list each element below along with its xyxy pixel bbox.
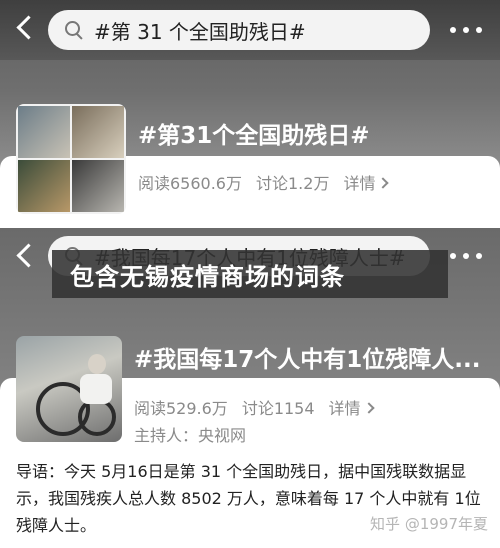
topic-title-1: #第31个全国助残日# xyxy=(138,123,370,149)
person-head xyxy=(88,354,106,374)
thumbnail-photo xyxy=(18,106,70,158)
topic-panel-1: #第 31 个全国助残日# #第31个全国助残日# 阅读6560.6万 讨论1.… xyxy=(0,0,500,228)
discussion-count: 讨论1154 xyxy=(241,399,315,418)
overlay-title: 包含无锡疫情商场的词条 xyxy=(70,262,345,291)
search-query: #第 31 个全国助残日# xyxy=(94,19,306,44)
topic-stats-1: 阅读6560.6万 讨论1.2万 详情 xyxy=(138,170,387,194)
search-input[interactable]: #第 31 个全国助残日# xyxy=(48,10,430,50)
thumbnail-photo xyxy=(72,160,124,212)
thumbnail-photo xyxy=(72,106,124,158)
topic-stats-2: 阅读529.6万 讨论1154 详情 xyxy=(134,395,373,419)
discussion-count: 讨论1.2万 xyxy=(256,174,330,193)
more-options-icon[interactable] xyxy=(450,25,482,35)
topic-thumbnail-1 xyxy=(16,104,126,214)
host-label: 主持人：央视网 xyxy=(134,426,247,445)
person-body xyxy=(80,374,112,404)
reads-count: 阅读6560.6万 xyxy=(138,174,242,193)
reads-count: 阅读529.6万 xyxy=(134,399,228,418)
search-icon xyxy=(64,20,84,40)
topic-thumbnail-2 xyxy=(16,336,122,442)
back-arrow-icon[interactable] xyxy=(12,242,40,270)
watermark: 知乎 @1997年夏 xyxy=(370,515,488,533)
back-arrow-icon[interactable] xyxy=(12,14,40,42)
details-link[interactable]: 详情 xyxy=(329,395,373,419)
more-options-icon[interactable] xyxy=(450,251,482,261)
details-link[interactable]: 详情 xyxy=(343,170,387,194)
topic-title-2: #我国每17个人中有1位残障人... xyxy=(134,347,481,373)
thumbnail-photo xyxy=(18,160,70,212)
overlay-banner: 包含无锡疫情商场的词条 xyxy=(52,250,448,298)
